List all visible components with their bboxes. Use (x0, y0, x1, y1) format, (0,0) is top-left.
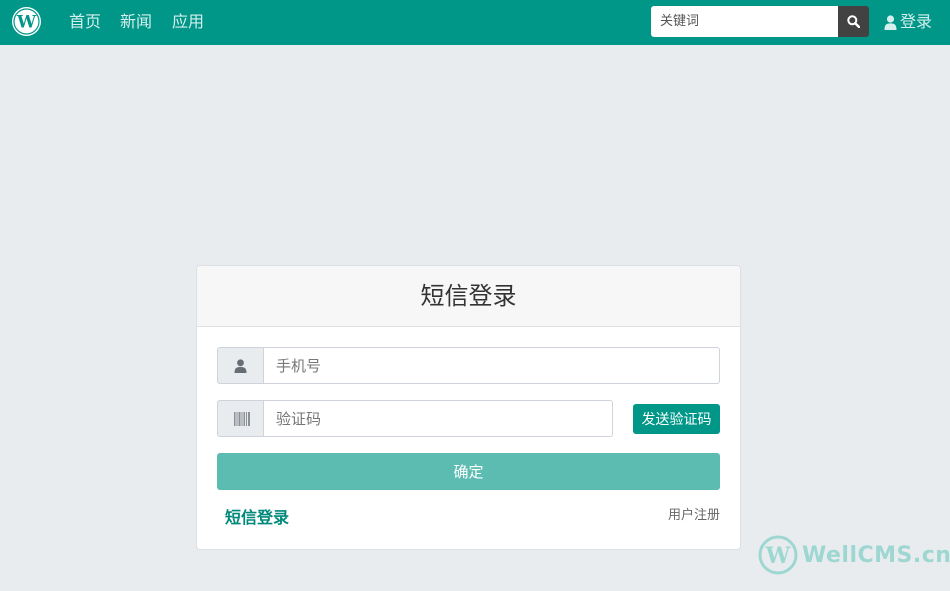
send-code-button[interactable]: 发送验证码 (633, 404, 720, 434)
card-header: 短信登录 (197, 266, 740, 327)
sms-login-card: 短信登录 发送验证码 确定 短信登录 用户注册 (196, 265, 741, 550)
submit-button[interactable]: 确定 (217, 453, 720, 490)
watermark-text: WellCMS.cn (802, 542, 950, 568)
nav-news-link[interactable]: 新闻 (120, 12, 152, 32)
barcode-icon (234, 412, 250, 426)
card-title: 短信登录 (420, 282, 517, 310)
verification-code-input[interactable] (263, 400, 613, 437)
search-input[interactable] (651, 6, 838, 37)
phone-input-group (217, 347, 720, 384)
search-icon (847, 15, 860, 28)
login-link[interactable]: 登录 (884, 11, 932, 33)
code-addon (217, 400, 263, 437)
phone-input[interactable] (263, 347, 720, 384)
svg-text:W: W (16, 13, 37, 33)
user-icon (884, 14, 897, 30)
top-navbar: W 首页 新闻 应用 登录 (0, 0, 950, 45)
wellcms-logo-icon: W (758, 535, 798, 575)
nav-home-link[interactable]: 首页 (69, 12, 101, 32)
site-logo-icon[interactable]: W (11, 6, 42, 37)
nav-apps-link[interactable]: 应用 (172, 12, 204, 32)
register-link[interactable]: 用户注册 (668, 507, 720, 525)
user-icon (234, 359, 247, 373)
code-input-group (217, 400, 613, 437)
sms-login-link[interactable]: 短信登录 (225, 507, 289, 529)
wellcms-watermark: W WellCMS.cn (758, 534, 950, 576)
login-label: 登录 (900, 12, 933, 31)
phone-addon (217, 347, 263, 384)
svg-text:W: W (765, 543, 791, 569)
search-button[interactable] (838, 6, 869, 37)
